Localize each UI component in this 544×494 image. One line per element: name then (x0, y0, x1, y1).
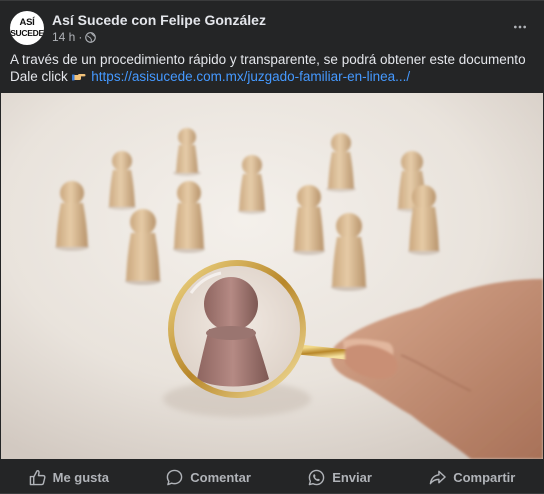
post-text-line-1: A través de un procedimiento rápido y tr… (10, 52, 526, 67)
post-text-line-2: Dale click https://asisucede.com.mx/juzg… (10, 68, 534, 85)
comment-label: Comentar (190, 469, 251, 485)
post-meta: 14 h · (52, 30, 97, 44)
comment-bubble-icon (166, 469, 183, 485)
pointing-hand-icon (71, 69, 86, 81)
page-name[interactable]: Así Sucede con Felipe González (52, 12, 266, 28)
page-avatar[interactable]: ASÍ SUCEDE (10, 11, 44, 45)
avatar-text-bottom: SUCEDE (10, 28, 44, 38)
comment-button[interactable]: Comentar (158, 463, 259, 491)
share-button[interactable]: Compartir (421, 463, 523, 491)
share-arrow-icon (429, 470, 446, 484)
call-to-action-text: Dale click (10, 69, 68, 84)
send-label: Enviar (332, 469, 372, 485)
whatsapp-icon (308, 469, 325, 485)
thumbs-up-icon (29, 469, 46, 485)
post-text: A través de un procedimiento rápido y tr… (10, 51, 534, 85)
post-time[interactable]: 14 h (52, 30, 75, 44)
send-button[interactable]: Enviar (300, 463, 380, 491)
like-button[interactable]: Me gusta (21, 463, 117, 491)
globe-icon (85, 31, 97, 43)
wooden-figures-magnifying-glass-image (1, 93, 543, 459)
more-dots-icon (514, 25, 526, 29)
post-actions: Me gusta Comentar Enviar Compartir (0, 461, 544, 493)
post-photo[interactable] (1, 93, 543, 459)
more-options-button[interactable] (508, 15, 532, 39)
facebook-post: ASÍ SUCEDE Así Sucede con Felipe Gonzále… (0, 0, 544, 494)
meta-separator: · (78, 30, 83, 44)
article-link[interactable]: https://asisucede.com.mx/juzgado-familia… (91, 69, 410, 84)
like-label: Me gusta (52, 469, 109, 485)
avatar-text-top: ASÍ (19, 17, 35, 28)
share-label: Compartir (453, 469, 516, 485)
post-header: ASÍ SUCEDE Así Sucede con Felipe Gonzále… (10, 11, 534, 47)
